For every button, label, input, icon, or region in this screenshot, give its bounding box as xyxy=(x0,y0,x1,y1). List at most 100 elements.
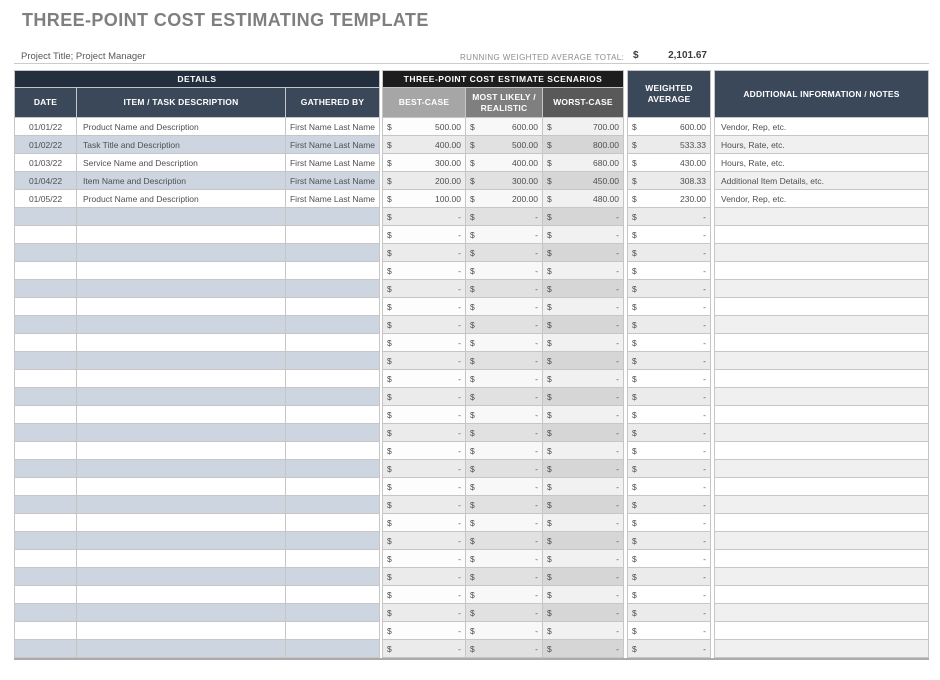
cell-date[interactable] xyxy=(14,550,77,568)
cell-most-likely[interactable]: $ - xyxy=(466,460,543,478)
cell-date[interactable] xyxy=(14,604,77,622)
cell-gathered-by[interactable] xyxy=(286,604,380,622)
cell-weighted-average[interactable]: $ - xyxy=(627,244,711,262)
cell-date[interactable] xyxy=(14,406,77,424)
cell-best-case[interactable]: $200.00 xyxy=(382,172,466,190)
cell-most-likely[interactable]: $ - xyxy=(466,316,543,334)
cell-item[interactable] xyxy=(77,442,286,460)
cell-most-likely[interactable]: $ - xyxy=(466,352,543,370)
cell-gathered-by[interactable] xyxy=(286,460,380,478)
cell-worst-case[interactable]: $ - xyxy=(543,568,624,586)
cell-most-likely[interactable]: $ - xyxy=(466,424,543,442)
cell-worst-case[interactable]: $ - xyxy=(543,622,624,640)
cell-date[interactable] xyxy=(14,226,77,244)
cell-notes[interactable]: Additional Item Details, etc. xyxy=(714,172,929,190)
cell-gathered-by[interactable]: First Name Last Name xyxy=(286,154,380,172)
cell-worst-case[interactable]: $680.00 xyxy=(543,154,624,172)
cell-date[interactable] xyxy=(14,208,77,226)
cell-worst-case[interactable]: $ - xyxy=(543,460,624,478)
cell-date[interactable] xyxy=(14,496,77,514)
cell-most-likely[interactable]: $ - xyxy=(466,604,543,622)
cell-item[interactable] xyxy=(77,226,286,244)
cell-gathered-by[interactable] xyxy=(286,406,380,424)
cell-date[interactable]: 01/04/22 xyxy=(14,172,77,190)
cell-item[interactable] xyxy=(77,586,286,604)
cell-item[interactable] xyxy=(77,424,286,442)
cell-gathered-by[interactable]: First Name Last Name xyxy=(286,190,380,208)
cell-weighted-average[interactable]: $ - xyxy=(627,352,711,370)
cell-weighted-average[interactable]: $ - xyxy=(627,568,711,586)
cell-gathered-by[interactable] xyxy=(286,586,380,604)
cell-most-likely[interactable]: $ - xyxy=(466,478,543,496)
cell-date[interactable] xyxy=(14,262,77,280)
cell-gathered-by[interactable] xyxy=(286,640,380,658)
cell-best-case[interactable]: $ - xyxy=(382,370,466,388)
cell-most-likely[interactable]: $600.00 xyxy=(466,118,543,136)
cell-item[interactable] xyxy=(77,334,286,352)
cell-worst-case[interactable]: $ - xyxy=(543,442,624,460)
cell-item[interactable] xyxy=(77,496,286,514)
cell-worst-case[interactable]: $ - xyxy=(543,244,624,262)
cell-date[interactable]: 01/01/22 xyxy=(14,118,77,136)
cell-weighted-average[interactable]: $ - xyxy=(627,424,711,442)
cell-item[interactable] xyxy=(77,604,286,622)
cell-best-case[interactable]: $ - xyxy=(382,568,466,586)
cell-most-likely[interactable]: $300.00 xyxy=(466,172,543,190)
cell-weighted-average[interactable]: $ - xyxy=(627,280,711,298)
cell-item[interactable] xyxy=(77,388,286,406)
cell-worst-case[interactable]: $ - xyxy=(543,262,624,280)
cell-best-case[interactable]: $ - xyxy=(382,442,466,460)
cell-item[interactable] xyxy=(77,406,286,424)
cell-date[interactable] xyxy=(14,460,77,478)
cell-notes[interactable] xyxy=(714,262,929,280)
cell-worst-case[interactable]: $ - xyxy=(543,550,624,568)
cell-weighted-average[interactable]: $308.33 xyxy=(627,172,711,190)
cell-most-likely[interactable]: $ - xyxy=(466,568,543,586)
cell-most-likely[interactable]: $200.00 xyxy=(466,190,543,208)
cell-worst-case[interactable]: $ - xyxy=(543,352,624,370)
cell-best-case[interactable]: $ - xyxy=(382,316,466,334)
cell-worst-case[interactable]: $450.00 xyxy=(543,172,624,190)
cell-notes[interactable]: Hours, Rate, etc. xyxy=(714,154,929,172)
cell-gathered-by[interactable]: First Name Last Name xyxy=(286,118,380,136)
cell-worst-case[interactable]: $ - xyxy=(543,424,624,442)
cell-notes[interactable] xyxy=(714,586,929,604)
cell-most-likely[interactable]: $ - xyxy=(466,514,543,532)
cell-most-likely[interactable]: $ - xyxy=(466,586,543,604)
cell-best-case[interactable]: $ - xyxy=(382,352,466,370)
cell-notes[interactable] xyxy=(714,334,929,352)
cell-worst-case[interactable]: $ - xyxy=(543,280,624,298)
cell-date[interactable]: 01/05/22 xyxy=(14,190,77,208)
cell-item[interactable] xyxy=(77,532,286,550)
cell-most-likely[interactable]: $ - xyxy=(466,298,543,316)
cell-notes[interactable] xyxy=(714,568,929,586)
cell-best-case[interactable]: $ - xyxy=(382,604,466,622)
cell-date[interactable] xyxy=(14,388,77,406)
cell-best-case[interactable]: $500.00 xyxy=(382,118,466,136)
cell-best-case[interactable]: $ - xyxy=(382,424,466,442)
cell-best-case[interactable]: $ - xyxy=(382,298,466,316)
cell-best-case[interactable]: $ - xyxy=(382,388,466,406)
cell-most-likely[interactable]: $ - xyxy=(466,262,543,280)
cell-most-likely[interactable]: $ - xyxy=(466,622,543,640)
cell-best-case[interactable]: $ - xyxy=(382,460,466,478)
cell-item[interactable] xyxy=(77,298,286,316)
cell-item[interactable] xyxy=(77,352,286,370)
cell-weighted-average[interactable]: $ - xyxy=(627,586,711,604)
cell-gathered-by[interactable]: First Name Last Name xyxy=(286,136,380,154)
cell-gathered-by[interactable] xyxy=(286,388,380,406)
cell-item[interactable] xyxy=(77,244,286,262)
cell-item[interactable]: Product Name and Description xyxy=(77,118,286,136)
cell-best-case[interactable]: $ - xyxy=(382,640,466,658)
cell-most-likely[interactable]: $ - xyxy=(466,226,543,244)
cell-weighted-average[interactable]: $ - xyxy=(627,262,711,280)
cell-notes[interactable] xyxy=(714,352,929,370)
cell-weighted-average[interactable]: $600.00 xyxy=(627,118,711,136)
cell-date[interactable] xyxy=(14,316,77,334)
cell-most-likely[interactable]: $ - xyxy=(466,280,543,298)
cell-worst-case[interactable]: $ - xyxy=(543,406,624,424)
cell-gathered-by[interactable] xyxy=(286,334,380,352)
cell-weighted-average[interactable]: $ - xyxy=(627,640,711,658)
cell-item[interactable] xyxy=(77,460,286,478)
cell-item[interactable] xyxy=(77,478,286,496)
